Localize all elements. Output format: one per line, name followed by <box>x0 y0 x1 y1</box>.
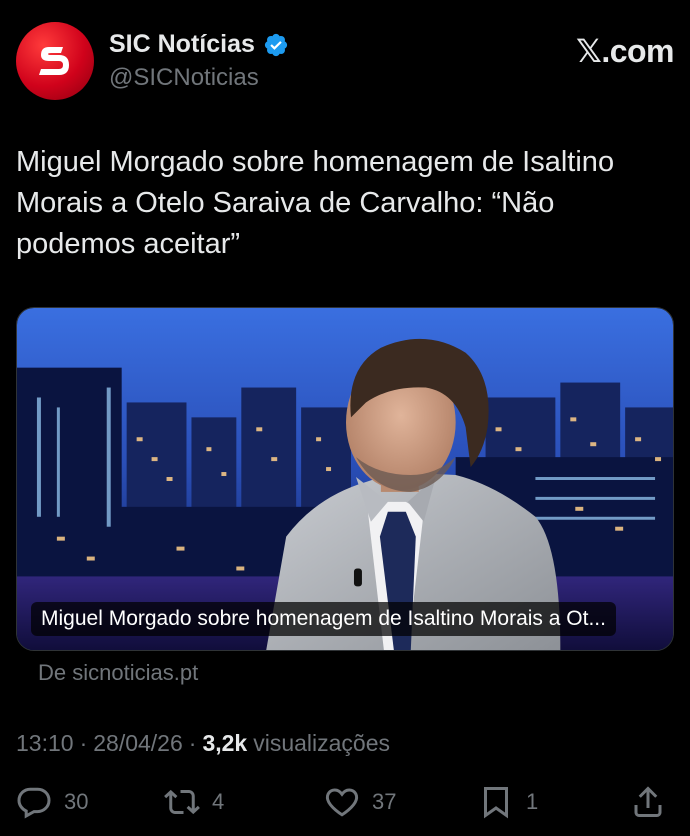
avatar[interactable] <box>16 22 94 100</box>
reply-button[interactable]: 30 <box>16 784 88 820</box>
repost-icon <box>164 789 200 815</box>
bookmark-count: 1 <box>526 789 539 814</box>
like-count: 37 <box>372 789 397 814</box>
verified-badge-icon <box>264 33 287 56</box>
reply-count: 30 <box>64 789 89 814</box>
share-button[interactable] <box>630 784 666 820</box>
action-bar: 30 4 37 1 <box>16 784 674 824</box>
repost-button[interactable]: 4 <box>164 784 224 820</box>
tweet-meta: 13:10 · 28/04/26 · 3,2k visualizações <box>16 730 390 757</box>
account-name[interactable]: SIC Notícias <box>109 30 255 59</box>
views-count: 3,2k <box>202 730 248 756</box>
media-caption: Miguel Morgado sobre homenagem de Isalti… <box>31 602 616 636</box>
tweet-date[interactable]: 28/04/26 <box>93 730 183 757</box>
reply-icon <box>17 787 51 819</box>
account-handle[interactable]: @SICNoticias <box>109 64 259 92</box>
bookmark-button[interactable]: 1 <box>478 784 538 820</box>
name-row: SIC Notícias <box>109 30 289 59</box>
bookmark-icon <box>484 787 508 819</box>
meta-separator: · <box>79 730 88 756</box>
link-source[interactable]: De sicnoticias.pt <box>38 660 198 686</box>
tweet-media[interactable]: Miguel Morgado sobre homenagem de Isalti… <box>16 307 674 651</box>
views-label: visualizações <box>253 730 390 756</box>
tweet-time[interactable]: 13:10 <box>16 730 74 757</box>
sic-logo-icon <box>39 47 69 75</box>
heart-icon <box>325 788 359 817</box>
tweet-header: SIC Notícias @SICNoticias 𝕏.com <box>16 20 674 100</box>
repost-count: 4 <box>212 789 225 814</box>
meta-separator: · <box>188 730 197 756</box>
media-image <box>17 308 673 650</box>
like-button[interactable]: 37 <box>324 784 396 820</box>
x-com-logo: 𝕏.com <box>576 33 674 69</box>
tweet-text: Miguel Morgado sobre homenagem de Isalti… <box>16 146 615 260</box>
share-icon <box>634 786 662 817</box>
